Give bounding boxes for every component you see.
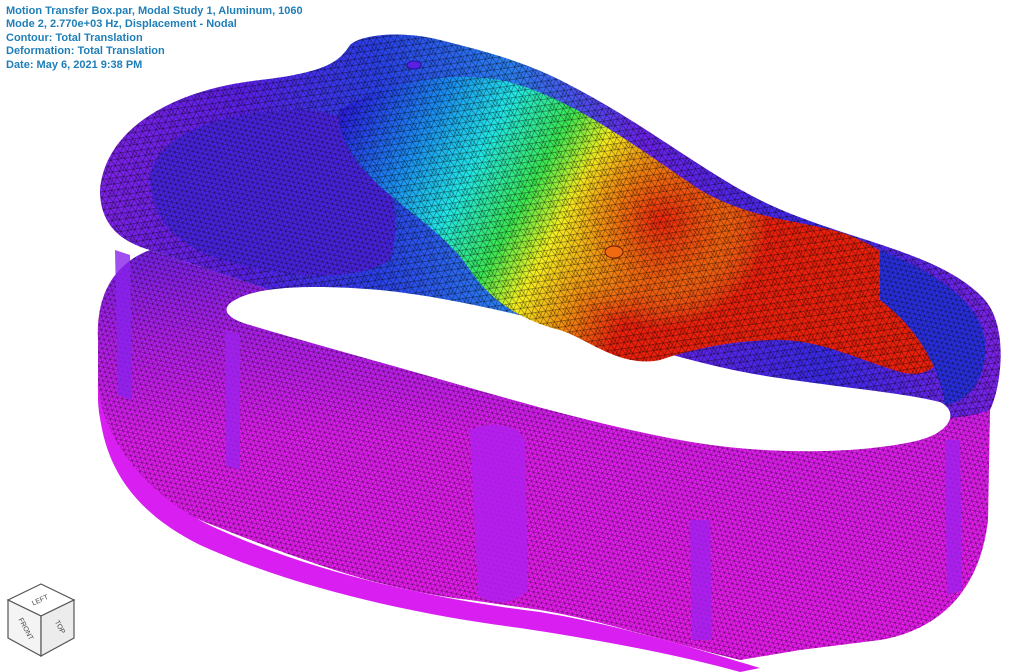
- info-mode: Mode 2, 2.770e+03 Hz, Displacement - Nod…: [6, 18, 237, 31]
- wall-rib-right: [690, 520, 712, 640]
- info-file-study: Motion Transfer Box.par, Modal Study 1, …: [6, 5, 303, 17]
- web-hole: [604, 245, 624, 259]
- info-contour: Contour: Total Translation: [6, 31, 143, 44]
- wall-boss-center: [470, 424, 528, 602]
- wall-rib-far-right: [945, 440, 962, 595]
- orientation-cube-icon[interactable]: LEFT FRONT TOP: [4, 580, 78, 660]
- info-deformation: Deformation: Total Translation: [6, 45, 165, 58]
- info-date: Date: May 6, 2021 9:38 PM: [6, 58, 143, 71]
- wall-rib-mid: [225, 330, 240, 470]
- model-viewport[interactable]: [0, 0, 1024, 672]
- result-info-header: Motion Transfer Box.par, Modal Study 1, …: [6, 5, 303, 72]
